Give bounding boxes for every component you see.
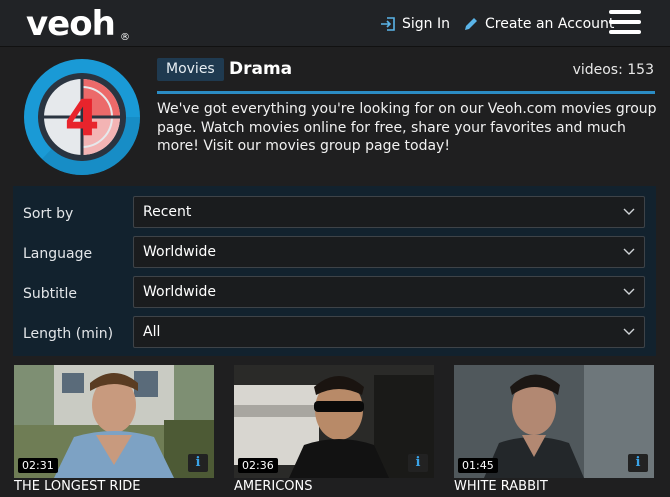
- duration-badge: 02:36: [238, 458, 278, 473]
- group-title: Drama: [229, 59, 293, 79]
- video-title[interactable]: WHITE RABBIT: [454, 479, 548, 494]
- sort-by-label: Sort by: [23, 206, 74, 222]
- subtitle-value: Worldwide: [143, 284, 216, 300]
- sort-by-select[interactable]: Recent: [133, 196, 645, 228]
- chevron-down-icon: [623, 248, 635, 255]
- sign-in-link[interactable]: Sign In: [380, 14, 450, 34]
- svg-text:4: 4: [65, 89, 100, 147]
- language-label: Language: [23, 246, 93, 262]
- sign-in-label: Sign In: [402, 16, 450, 32]
- length-value: All: [143, 324, 161, 340]
- chevron-down-icon: [623, 328, 635, 335]
- subtitle-row: Subtitle Worldwide: [13, 276, 656, 312]
- info-icon[interactable]: i: [188, 454, 208, 472]
- info-icon[interactable]: i: [408, 454, 428, 472]
- create-account-label: Create an Account: [485, 16, 615, 32]
- chevron-down-icon: [623, 208, 635, 215]
- video-thumbnail[interactable]: 02:36 i: [234, 365, 434, 478]
- sign-in-icon: [381, 17, 395, 31]
- video-thumbnail[interactable]: 02:31 i: [14, 365, 214, 478]
- create-account-link[interactable]: Create an Account: [463, 14, 614, 34]
- duration-badge: 01:45: [458, 458, 498, 473]
- video-title[interactable]: AMERICONS: [234, 479, 312, 494]
- veoh-logo[interactable]: veoh ®: [26, 4, 136, 44]
- filter-panel: Sort by Recent Language Worldwide Subtit…: [13, 186, 656, 356]
- language-row: Language Worldwide: [13, 236, 656, 272]
- category-tag[interactable]: Movies: [157, 58, 224, 81]
- subtitle-label: Subtitle: [23, 286, 78, 302]
- pencil-icon: [465, 18, 477, 30]
- length-select[interactable]: All: [133, 316, 645, 348]
- logo-text: veoh: [26, 4, 116, 44]
- info-icon[interactable]: i: [628, 454, 648, 472]
- chevron-down-icon: [623, 288, 635, 295]
- length-row: Length (min) All: [13, 316, 656, 352]
- subtitle-select[interactable]: Worldwide: [133, 276, 645, 308]
- video-count: videos: 153: [572, 62, 654, 78]
- hamburger-menu-icon[interactable]: [609, 10, 641, 36]
- language-select[interactable]: Worldwide: [133, 236, 645, 268]
- video-title[interactable]: THE LONGEST RIDE: [14, 479, 141, 494]
- length-label: Length (min): [23, 326, 114, 342]
- top-bar: veoh ® Sign In Create an Account: [0, 0, 670, 47]
- group-description: We've got everything you're looking for …: [157, 101, 657, 154]
- sort-by-value: Recent: [143, 204, 192, 220]
- drama-group-icon: 4: [24, 59, 140, 175]
- sort-by-row: Sort by Recent: [13, 196, 656, 232]
- title-divider: [157, 91, 655, 94]
- logo-registered-mark: ®: [120, 32, 130, 43]
- duration-badge: 02:31: [18, 458, 58, 473]
- language-value: Worldwide: [143, 244, 216, 260]
- video-thumbnail[interactable]: 01:45 i: [454, 365, 654, 478]
